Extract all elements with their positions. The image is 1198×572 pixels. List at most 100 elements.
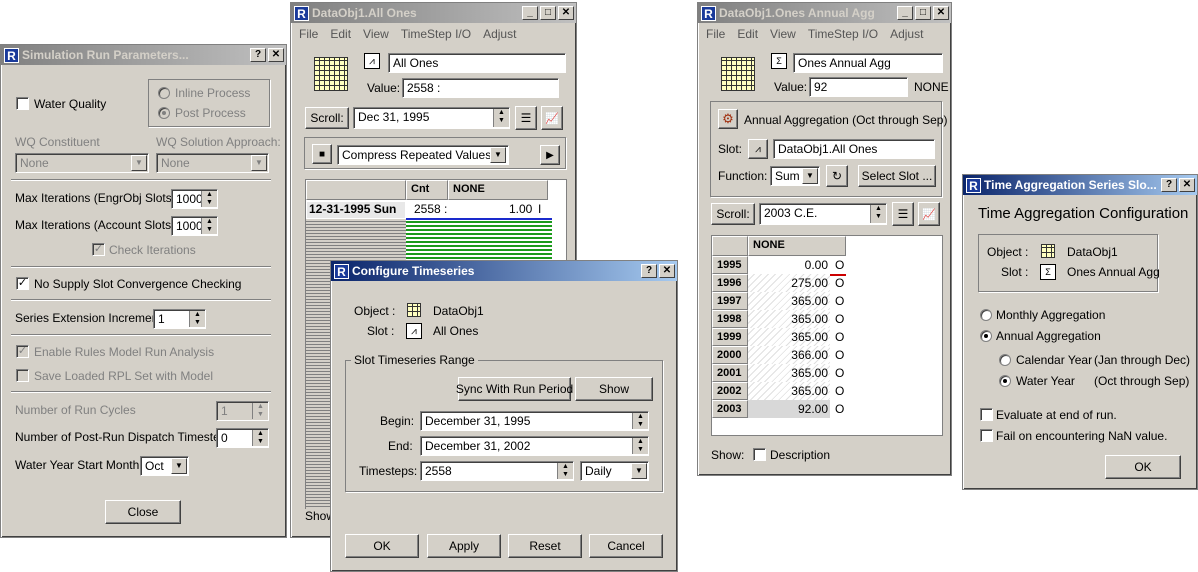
help-icon[interactable]: ? (641, 264, 657, 278)
title-bar[interactable]: R Simulation Run Parameters... ? ✕ (1, 45, 286, 65)
timesteps-field[interactable]: 2558 (420, 461, 574, 481)
reset-button[interactable]: Reset (508, 534, 582, 558)
annual-radio[interactable] (980, 330, 992, 342)
maximize-icon[interactable]: □ (915, 6, 931, 20)
water-quality-checkbox[interactable] (16, 97, 29, 110)
menu-file[interactable]: File (299, 27, 318, 41)
chevron-down-icon[interactable]: ▼ (251, 155, 267, 171)
chevron-down-icon[interactable]: ▼ (131, 155, 147, 171)
menu-edit[interactable]: Edit (737, 27, 758, 41)
save-rpl-checkbox[interactable] (16, 369, 29, 382)
post-process-radio[interactable] (158, 107, 170, 119)
row-year[interactable]: 2003 (712, 400, 748, 418)
row-value[interactable]: 365.00 (748, 364, 830, 382)
row-value[interactable]: 1.00 (509, 202, 532, 216)
end-field[interactable]: December 31, 2002 (420, 436, 649, 456)
close-icon[interactable]: ✕ (933, 6, 949, 20)
spinner-icon[interactable]: ▲ ▼ (189, 311, 205, 327)
minimize-icon[interactable]: _ (897, 6, 913, 20)
row-year[interactable]: 2000 (712, 346, 748, 364)
scroll-date-field[interactable]: Dec 31, 1995 (353, 107, 510, 129)
fail-nan-checkbox[interactable] (980, 429, 993, 442)
value-field[interactable]: 92 (809, 77, 908, 97)
spinner-icon[interactable]: ▲ ▼ (632, 438, 648, 454)
select-slot-button[interactable]: Select Slot ... (858, 165, 936, 187)
menu-timestep-io[interactable]: TimeStep I/O (401, 27, 471, 41)
menu-file[interactable]: File (706, 27, 725, 41)
row-cnt[interactable]: 2558 : (414, 202, 447, 216)
sync-button[interactable]: Sync With Run Period (456, 377, 573, 401)
check-iterations-checkbox[interactable]: ✓ (92, 243, 105, 256)
value-field[interactable]: 2558 : (402, 78, 559, 98)
wq-constituent-select[interactable]: None (15, 153, 149, 173)
menu-edit[interactable]: Edit (330, 27, 351, 41)
scroll-button[interactable]: Scroll: (711, 203, 755, 225)
enable-rules-checkbox[interactable]: ✓ (16, 345, 29, 358)
refresh-icon[interactable]: ↻ (826, 165, 848, 187)
evaluate-checkbox[interactable] (980, 408, 993, 421)
row-year[interactable]: 1995 (712, 256, 748, 274)
row-value[interactable]: 0.00 (748, 256, 830, 274)
row-value[interactable]: 365.00 (748, 292, 830, 310)
close-icon[interactable]: ✕ (659, 264, 675, 278)
spinner-icon[interactable]: ▲ ▼ (870, 205, 886, 223)
begin-field[interactable]: December 31, 1995 (420, 411, 649, 431)
apply-button[interactable]: Apply (427, 534, 501, 558)
maximize-icon[interactable]: □ (540, 6, 556, 20)
chevron-down-icon[interactable]: ▼ (171, 458, 187, 474)
ok-button[interactable]: OK (1105, 455, 1181, 479)
menu-adjust[interactable]: Adjust (483, 27, 516, 41)
water-year-radio[interactable] (999, 375, 1011, 387)
no-supply-checkbox[interactable]: ✓ (16, 277, 29, 290)
close-icon[interactable]: ✕ (268, 48, 284, 62)
spinner-icon[interactable]: ▲ ▼ (201, 218, 217, 234)
menu-adjust[interactable]: Adjust (890, 27, 923, 41)
ok-button[interactable]: OK (345, 534, 419, 558)
play-icon[interactable]: ▶ (540, 145, 560, 165)
plot-icon[interactable]: 📈 (918, 202, 940, 226)
row-year[interactable]: 2002 (712, 382, 748, 400)
scroll-button[interactable]: Scroll: (305, 107, 349, 129)
row-date[interactable]: 12-31-1995 Sun (307, 202, 405, 218)
chevron-down-icon[interactable]: ▼ (490, 147, 506, 163)
slot-name-field[interactable]: All Ones (388, 53, 566, 73)
calendar-year-radio[interactable] (999, 354, 1011, 366)
menu-view[interactable]: View (363, 27, 389, 41)
menu-timestep-io[interactable]: TimeStep I/O (808, 27, 878, 41)
row-year[interactable]: 1998 (712, 310, 748, 328)
gear-icon[interactable]: ⚙ (718, 109, 738, 129)
minimize-icon[interactable]: _ (522, 6, 538, 20)
row-year[interactable]: 1997 (712, 292, 748, 310)
inline-process-radio[interactable] (158, 87, 170, 99)
row-year[interactable]: 1996 (712, 274, 748, 292)
series-slot-icon[interactable]: ⩘ (748, 139, 768, 159)
spinner-icon[interactable]: ▲ ▼ (557, 463, 573, 479)
spinner-icon[interactable]: ▲ ▼ (252, 430, 268, 446)
description-checkbox[interactable] (753, 448, 766, 461)
help-icon[interactable]: ? (1161, 178, 1177, 192)
monthly-radio[interactable] (980, 309, 992, 321)
row-value[interactable]: 366.00 (748, 346, 830, 364)
title-bar[interactable]: R Configure Timeseries ? ✕ (331, 261, 677, 281)
spinner-icon[interactable]: ▲ ▼ (201, 191, 217, 207)
list-view-icon[interactable]: ☰ (892, 202, 914, 226)
row-value[interactable]: 365.00 (748, 310, 830, 328)
row-year[interactable]: 2001 (712, 364, 748, 382)
title-bar[interactable]: R DataObj1.Ones Annual Agg _ □ ✕ (698, 3, 951, 23)
row-value[interactable]: 275.00 (748, 274, 830, 292)
title-bar[interactable]: R DataObj1.All Ones _ □ ✕ (291, 3, 576, 23)
row-year[interactable]: 1999 (712, 328, 748, 346)
row-value[interactable]: 92.00 (748, 400, 830, 418)
title-bar[interactable]: R Time Aggregation Series Slo... ? ✕ (963, 175, 1197, 195)
slot-name-field[interactable]: Ones Annual Agg (793, 53, 943, 73)
spinner-icon[interactable]: ▲ ▼ (493, 109, 509, 127)
show-button[interactable]: Show (575, 377, 653, 401)
scroll-field[interactable]: 2003 C.E. (759, 203, 887, 225)
cancel-button[interactable]: Cancel (589, 534, 663, 558)
close-icon[interactable]: ✕ (558, 6, 574, 20)
spinner-icon[interactable]: ▲ ▼ (252, 403, 268, 419)
chevron-down-icon[interactable]: ▼ (802, 168, 818, 184)
menu-view[interactable]: View (770, 27, 796, 41)
close-icon[interactable]: ✕ (1179, 178, 1195, 192)
compress-toggle-icon[interactable]: ■ (312, 144, 332, 164)
